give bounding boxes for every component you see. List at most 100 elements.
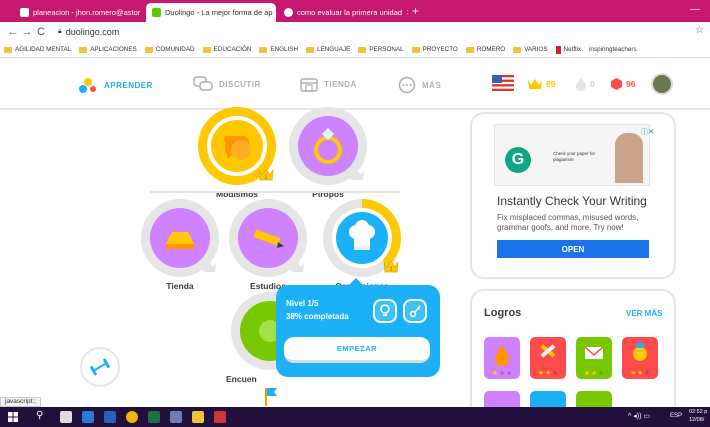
chrome-icon[interactable] xyxy=(126,411,138,423)
practice-button[interactable] xyxy=(80,347,120,387)
bookmark-folder[interactable]: LENGUAJE xyxy=(306,46,350,53)
bookmark-link[interactable]: inspiringteachers xyxy=(589,46,637,53)
gems-value: 96 xyxy=(626,79,636,89)
bookmark-label: ROMERO xyxy=(476,46,506,53)
clock-time: 02:52 p xyxy=(689,409,708,415)
popup-pointer xyxy=(348,278,364,286)
skill-tienda[interactable]: Tienda xyxy=(132,199,228,291)
bookmark-folder[interactable]: PROYECTO xyxy=(411,46,458,53)
gems-counter[interactable]: 96 xyxy=(610,77,635,91)
streak-counter[interactable]: 0 xyxy=(575,77,595,91)
windows-start-icon[interactable] xyxy=(8,412,18,422)
url-field[interactable]: 🔒︎ duolingo.com xyxy=(58,27,119,37)
crown-icon xyxy=(202,261,216,272)
crown-icon xyxy=(350,169,364,180)
bookmark-netflix[interactable]: Netflix xyxy=(555,45,581,54)
popup-level: Nivel 1/5 xyxy=(286,299,319,308)
app-icon[interactable] xyxy=(170,411,182,423)
minimize-icon[interactable]: — xyxy=(690,4,700,15)
folder-icon xyxy=(306,46,315,53)
back-icon[interactable]: ← xyxy=(6,26,20,38)
tips-button[interactable] xyxy=(373,299,397,323)
skill-estudios[interactable]: Estudios xyxy=(220,199,316,291)
bookmark-folder[interactable]: APLICACIONES xyxy=(79,46,137,53)
address-bar: ← → C 🔒︎ duolingo.com ☆ xyxy=(0,22,710,42)
nav-discuss[interactable]: DISCUTIR xyxy=(193,76,261,92)
crowns-counter[interactable]: 89 xyxy=(527,77,555,90)
bookmark-folder[interactable]: EDUCACIÓN xyxy=(202,46,252,53)
skill-ring xyxy=(289,107,367,185)
forward-icon[interactable]: → xyxy=(20,26,34,38)
ad-mini-text: Check your paper for plagiarism xyxy=(553,151,596,162)
tab-gmail[interactable]: planeacion - jhon.romero@astor ✕ xyxy=(14,3,144,22)
tab-duolingo[interactable]: Duolingo - La mejor forma de ap ✕ xyxy=(146,3,276,22)
system-tray-icons[interactable]: ^ ◂)) ▭ xyxy=(628,412,650,420)
ad-card[interactable]: G Check your paper for plagiarism ⓘ✕ Ins… xyxy=(470,112,676,279)
skill-piropos[interactable]: Piropos xyxy=(280,107,376,199)
avatar[interactable] xyxy=(651,73,673,95)
duolingo-header: APRENDER DISCUTIR TIENDA MÁS 89 0 96 xyxy=(0,60,710,110)
excel-icon[interactable] xyxy=(148,411,160,423)
nav-learn[interactable]: APRENDER xyxy=(78,76,153,94)
bookmark-label: VARIOS xyxy=(524,46,548,53)
achievement-badge-medal-icon[interactable]: ★ ★ ★ xyxy=(622,337,658,379)
clock[interactable]: 02:52 p 12/08/ xyxy=(689,408,707,424)
achievements-card: Logros VER MÁS ★ ★ ★ ★ ★ ★ ★ ★ ★ ★ ★ ★ xyxy=(470,289,676,419)
us-flag-icon xyxy=(492,75,514,91)
bookmark-star-icon[interactable]: ☆ xyxy=(695,25,704,36)
new-tab-button[interactable]: + xyxy=(412,4,419,18)
bookmark-label: EDUCACIÓN xyxy=(213,46,252,53)
ad-headline: Instantly Check Your Writing xyxy=(497,194,647,208)
bookmark-label: APLICACIONES xyxy=(90,46,137,53)
bookmark-label: COMUNIDAD xyxy=(155,46,195,53)
svg-text:★: ★ xyxy=(584,369,590,377)
language-flag[interactable] xyxy=(492,75,514,91)
popup-progress: 38% completada xyxy=(286,312,349,321)
bookmark-folder[interactable]: ROMERO xyxy=(465,46,506,53)
bookmark-label: AGILIDAD MENTAL xyxy=(15,46,72,53)
see-more-link[interactable]: VER MÁS xyxy=(626,309,662,318)
google-icon xyxy=(284,8,293,17)
skill-label: Tienda xyxy=(166,281,194,291)
ad-image: G Check your paper for plagiarism ⓘ✕ xyxy=(494,124,654,186)
tab-google[interactable]: como evaluar la primera unidad ✕ xyxy=(278,3,408,22)
bookmark-folder[interactable]: COMUNIDAD xyxy=(144,46,195,53)
bookmark-folder[interactable]: AGILIDAD MENTAL xyxy=(4,46,71,53)
start-button[interactable]: EMPEZAR xyxy=(284,337,430,363)
svg-text:★: ★ xyxy=(598,369,604,377)
svg-text:★: ★ xyxy=(492,369,498,377)
email-app-icon[interactable] xyxy=(82,411,94,423)
achievement-badge-tools-icon[interactable]: ★ ★ ★ xyxy=(530,337,566,379)
achievement-badge-fire-icon[interactable]: ★ ★ ★ xyxy=(484,337,520,379)
svg-text:★: ★ xyxy=(538,369,544,377)
nav-more[interactable]: MÁS xyxy=(398,76,441,94)
streak-value: 0 xyxy=(590,79,595,89)
calculator-icon[interactable] xyxy=(60,411,72,423)
checkpoint-flag-icon[interactable] xyxy=(262,386,280,406)
bookmark-label: inspiringteachers xyxy=(589,46,637,53)
ad-open-button[interactable]: OPEN xyxy=(497,240,649,258)
tab-title: planeacion - jhon.romero@astor xyxy=(33,8,141,17)
nav-shop[interactable]: TIENDA xyxy=(300,76,357,92)
dumbbell-icon xyxy=(90,358,110,376)
close-icon[interactable]: ✕ xyxy=(406,8,408,17)
reload-icon[interactable]: C xyxy=(34,26,48,38)
achievement-badge-mail-icon[interactable]: ★ ★ ★ xyxy=(576,337,612,379)
bookmark-folder[interactable]: ENGLISH xyxy=(259,46,298,53)
word-icon[interactable] xyxy=(104,411,116,423)
ad-info-icon[interactable]: ⓘ✕ xyxy=(641,127,654,137)
netflix-icon xyxy=(555,45,561,54)
skill-ring xyxy=(229,199,307,277)
test-out-button[interactable] xyxy=(403,299,427,323)
skill-modismos[interactable]: 1 Modismos xyxy=(189,107,285,199)
crown-icon: 1 xyxy=(258,168,274,181)
acrobat-icon[interactable] xyxy=(214,411,226,423)
bookmark-folder[interactable]: VARIOS xyxy=(513,46,548,53)
svg-text:★: ★ xyxy=(637,369,643,377)
browser-tab-bar: planeacion - jhon.romero@astor ✕ Duoling… xyxy=(0,0,710,22)
language-indicator[interactable]: ESP xyxy=(670,413,682,419)
file-explorer-icon[interactable] xyxy=(192,411,204,423)
search-icon[interactable]: ⚲ xyxy=(36,410,43,421)
more-icon xyxy=(398,76,416,94)
bookmark-folder[interactable]: PERSONAL xyxy=(358,46,404,53)
